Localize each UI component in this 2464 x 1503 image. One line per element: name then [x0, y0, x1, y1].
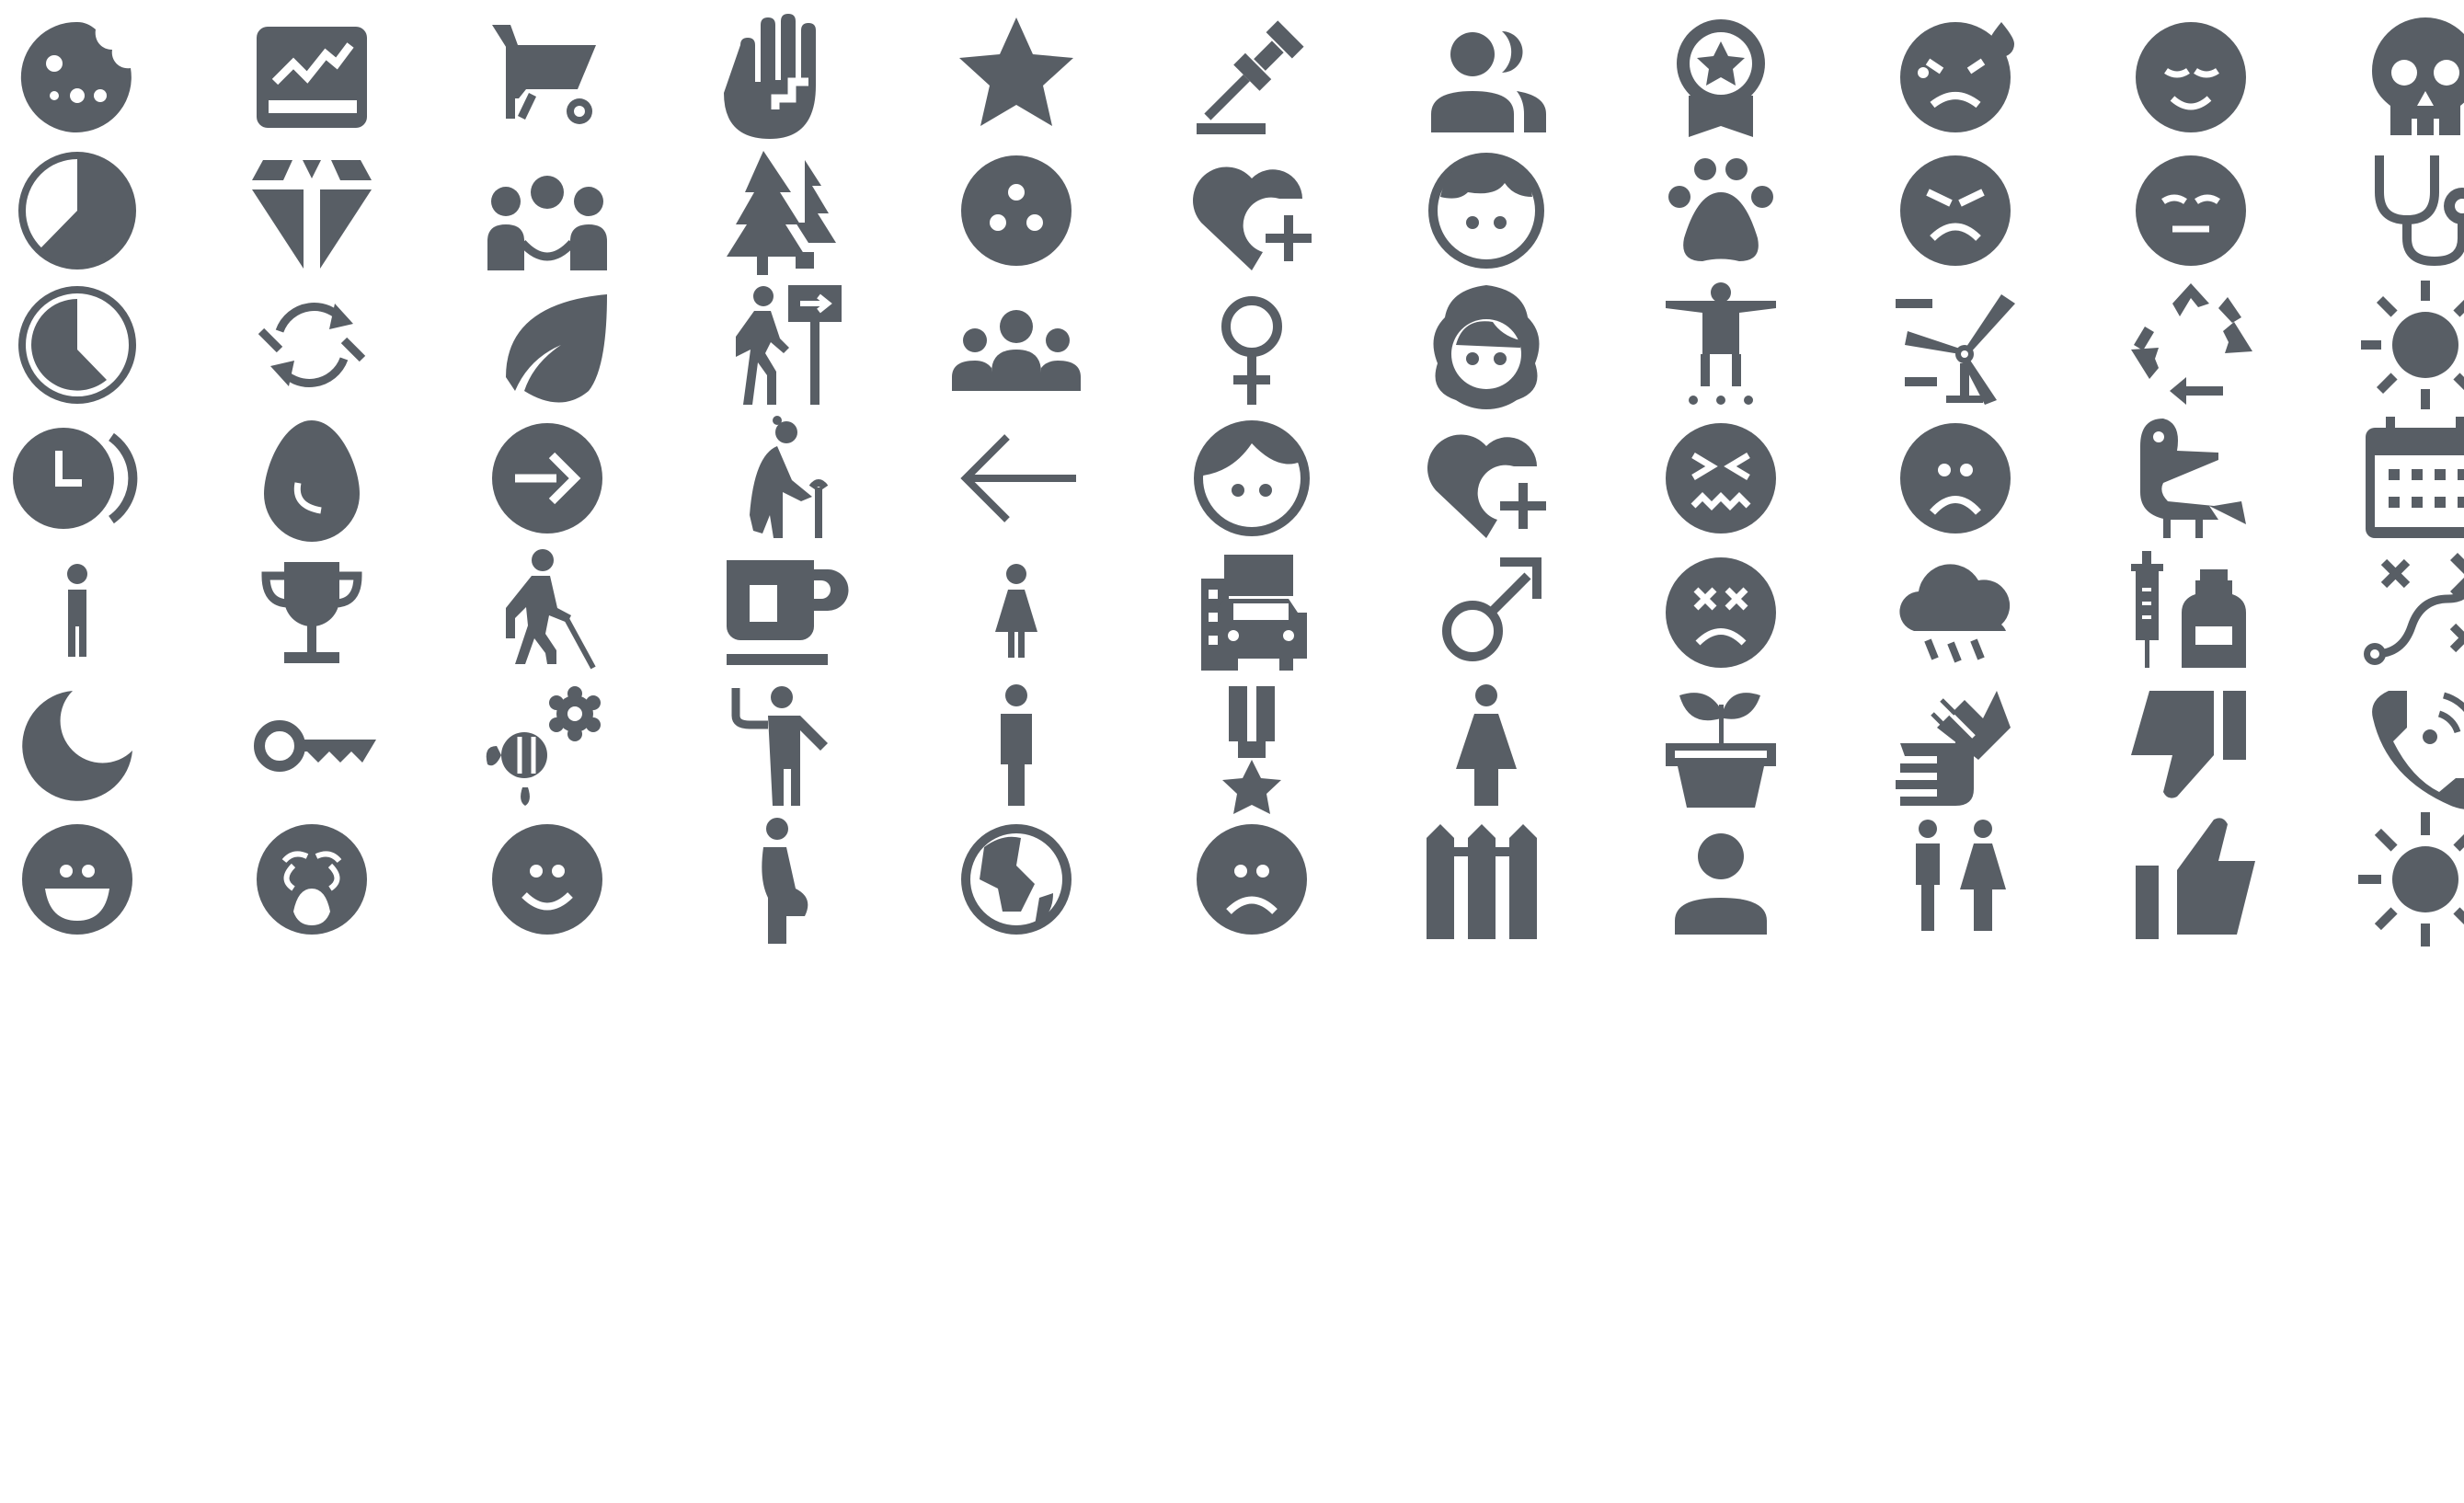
arrow-circle-icon: [478, 409, 616, 547]
group-icon: [947, 276, 1085, 414]
trophy-icon: [243, 544, 381, 682]
male-symbol-icon: [1417, 544, 1555, 682]
leaf-icon: [478, 276, 616, 414]
pie-chart-icon: [8, 142, 146, 280]
sun-icon: [2356, 276, 2464, 414]
female-symbol-icon: [1183, 276, 1321, 414]
cookie-icon: [8, 8, 146, 146]
man-icon: [8, 544, 146, 682]
clock-rewind-icon: [8, 409, 146, 547]
gavel-icon: [1183, 8, 1321, 146]
rotate-arrows-icon: [243, 276, 381, 414]
sad-face-icon: [1183, 810, 1321, 948]
calendar-icon: [2356, 409, 2464, 547]
vaccine-icon: [2122, 544, 2260, 682]
sweating-face-icon: [1886, 8, 2024, 146]
bowling-ball-icon: [947, 142, 1085, 280]
recycle-icon: [2122, 276, 2260, 414]
path-icon: [2356, 544, 2464, 682]
stethoscope-icon: [2356, 142, 2464, 280]
frowning-face-icon: [1886, 409, 2024, 547]
plant-pot-icon: [1652, 677, 1790, 815]
arrow-left-icon: [947, 409, 1085, 547]
woman-standing-icon: [1417, 677, 1555, 815]
blind-person-icon: [478, 544, 616, 682]
raised-hand-icon: [713, 8, 851, 146]
star-icon: [947, 8, 1085, 146]
girl-face-icon: [1183, 409, 1321, 547]
diamonds-icon: [243, 142, 381, 280]
key-icon: [243, 677, 381, 815]
skull-icon: [2356, 8, 2464, 146]
pregnant-woman-icon: [713, 810, 851, 948]
restroom-icon: [1886, 810, 2024, 948]
rain-cloud-icon: [1886, 544, 2024, 682]
icon-grid: [0, 0, 2464, 1503]
paw-icon: [1652, 142, 1790, 280]
relieved-face-icon: [2122, 8, 2260, 146]
hiker-sign-icon: [713, 276, 851, 414]
woman-icon: [947, 544, 1085, 682]
stock-chart-icon: [243, 8, 381, 146]
user-icon: [1652, 810, 1790, 948]
fence-icon: [1417, 810, 1555, 948]
family-icon: [478, 142, 616, 280]
bird-icon: [2122, 409, 2260, 547]
grinning-face-icon: [8, 810, 146, 948]
users-icon: [1417, 8, 1555, 146]
forest-icon: [713, 142, 851, 280]
confounded-face-icon: [1652, 409, 1790, 547]
clapping-hands-icon: [1886, 677, 2024, 815]
egg-icon: [243, 409, 381, 547]
expressionless-face-icon: [2122, 142, 2260, 280]
coffee-mug-icon: [713, 544, 851, 682]
child-face-icon: [1417, 276, 1555, 414]
wind-turbine-icon: [1886, 276, 2024, 414]
standing-person-icon: [1652, 276, 1790, 414]
heart-plus-outline-icon: [1417, 409, 1555, 547]
man-standing-icon: [947, 677, 1085, 815]
crying-face-icon: [243, 810, 381, 948]
elderly-woman-icon: [713, 409, 851, 547]
wheelbarrow-icon: [478, 8, 616, 146]
smiling-face-icon: [478, 810, 616, 948]
thumbs-up-icon: [2122, 810, 2260, 948]
waving-person-icon: [713, 677, 851, 815]
globe-icon: [947, 810, 1085, 948]
phone-call-icon: [2356, 677, 2464, 815]
heart-plus-icon: [1183, 142, 1321, 280]
moon-icon: [8, 677, 146, 815]
angry-face-icon: [1886, 142, 2024, 280]
city-car-icon: [1183, 544, 1321, 682]
sun-bright-icon: [2356, 810, 2464, 948]
dizzy-face-icon: [1652, 544, 1790, 682]
boy-face-icon: [1417, 142, 1555, 280]
award-badge-icon: [1652, 8, 1790, 146]
medal-icon: [1183, 677, 1321, 815]
thumbs-down-icon: [2122, 677, 2260, 815]
flower-bee-icon: [478, 677, 616, 815]
clock-icon: [8, 276, 146, 414]
